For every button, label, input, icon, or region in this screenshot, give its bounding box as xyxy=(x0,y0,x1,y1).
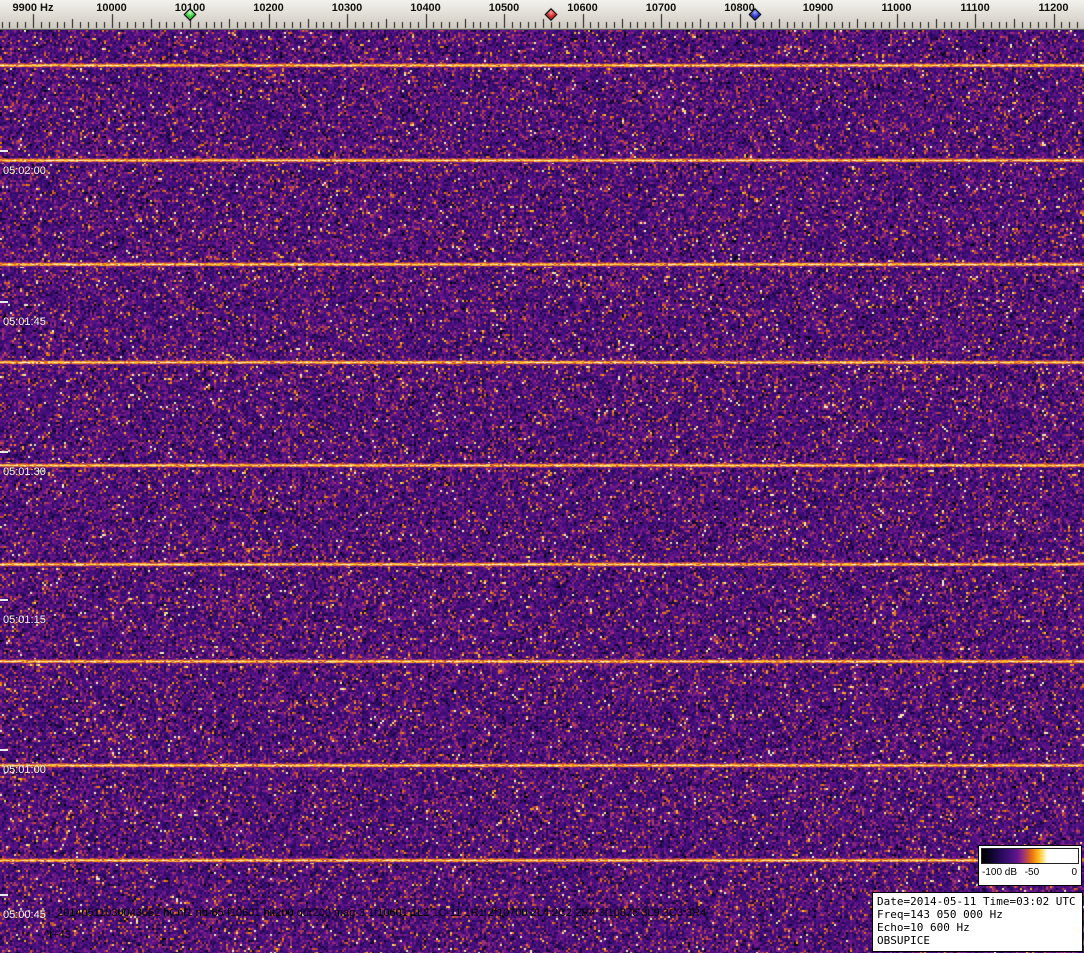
freq-tick-label: 9900 Hz xyxy=(12,2,54,14)
freq-tick-label: 10300 xyxy=(331,2,363,14)
info-echo-frequency: Echo=10 600 Hz xyxy=(877,921,970,934)
freq-tick-label: 10900 xyxy=(802,2,834,14)
legend-labels: -100 dB -50 0 xyxy=(981,864,1079,880)
frequency-ruler[interactable]: 9900 Hz100001010010200103001040010500106… xyxy=(0,0,1084,30)
legend-max-label: 0 xyxy=(1071,867,1077,878)
freq-tick-label: 10500 xyxy=(488,2,520,14)
cursor-offset-text: ^t+43 xyxy=(44,929,71,941)
freq-tick-label: 10600 xyxy=(567,2,598,14)
freq-tick-label: 10700 xyxy=(645,2,677,14)
spectrogram-app: 05:02:00 05:01:45 05:01:30 05:01:15 05:01:00… xyxy=(0,0,1084,953)
spectrogram-canvas[interactable] xyxy=(0,30,1084,953)
observation-info-box: Date=2014-05-11 Time=03:02 UTC Freq=143 … xyxy=(872,892,1083,952)
event-data-text: 20140511030043052 hCnt1 nb-85 f10601 hit… xyxy=(57,907,707,919)
color-gradient-bar xyxy=(981,848,1079,864)
info-date-time: Date=2014-05-11 Time=03:02 UTC xyxy=(877,895,1076,908)
info-frequency: Freq=143 050 000 Hz xyxy=(877,908,1003,921)
freq-tick-label: 10000 xyxy=(96,2,127,14)
freq-tick-label: 11100 xyxy=(960,2,990,14)
freq-tick-label: 10200 xyxy=(253,2,284,14)
color-scale-legend: -100 dB -50 0 xyxy=(978,845,1082,886)
info-station-name: OBSUPICE xyxy=(877,934,930,947)
freq-tick-label: 10400 xyxy=(410,2,441,14)
freq-tick-label: 11200 xyxy=(1038,2,1069,14)
legend-min-label: -100 dB xyxy=(982,867,1018,878)
ruler-ticks-canvas xyxy=(0,0,1084,30)
legend-mid-label: -50 xyxy=(1024,867,1040,878)
freq-tick-label: 11000 xyxy=(881,2,912,14)
